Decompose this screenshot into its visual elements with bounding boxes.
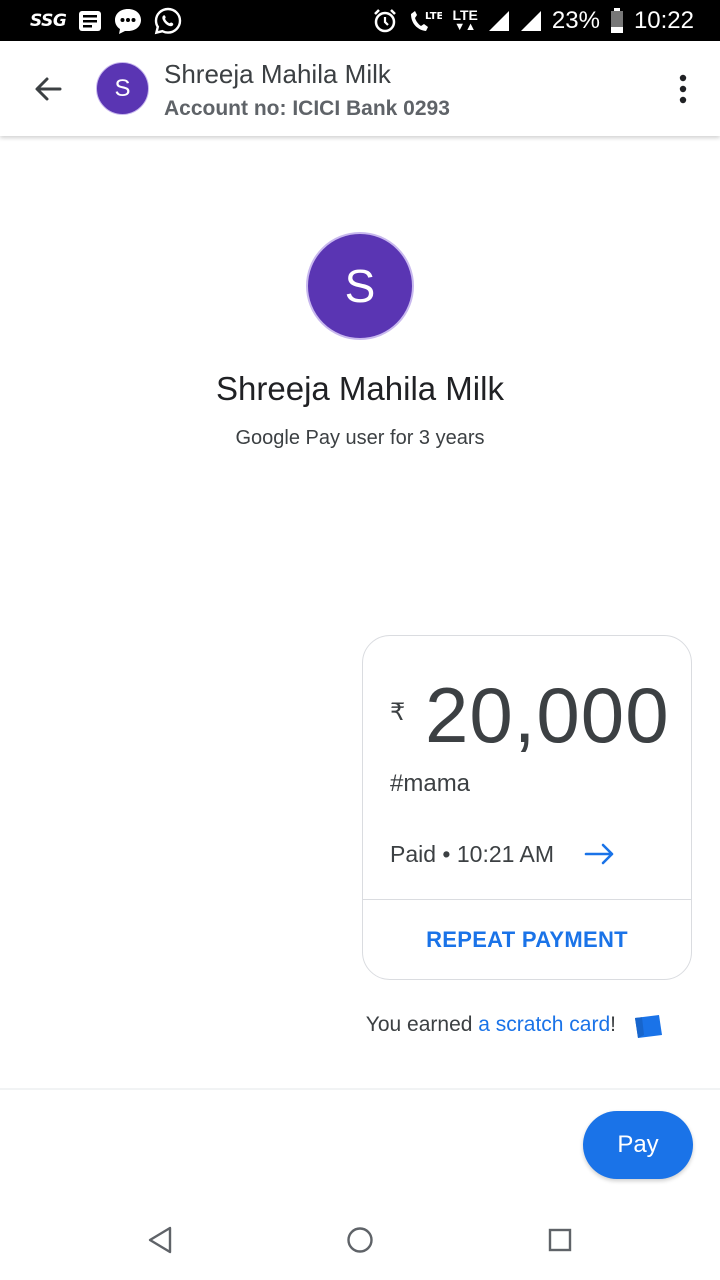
battery-icon	[610, 7, 624, 34]
header-title: Shreeja Mahila Milk	[164, 59, 391, 89]
scratch-card-link[interactable]: a scratch card	[478, 1013, 610, 1036]
reward-suffix: !	[610, 1013, 616, 1036]
status-bar: SSG LTE LTE ▼▲ 23% 10:22	[0, 0, 720, 41]
pay-button[interactable]: Pay	[583, 1111, 693, 1179]
payment-status: Paid • 10:21 AM	[390, 841, 555, 867]
nav-recents-icon	[548, 1228, 572, 1252]
more-options-button[interactable]	[668, 69, 698, 109]
reward-text: You earned a scratch card!	[366, 1013, 616, 1037]
nav-back-button[interactable]	[140, 1220, 180, 1260]
back-button[interactable]	[24, 65, 72, 113]
payment-note: #mama	[390, 770, 471, 797]
profile-avatar: S	[306, 232, 414, 340]
bottom-divider	[0, 1088, 720, 1090]
arrow-right-icon[interactable]	[583, 841, 617, 867]
alarm-icon	[372, 8, 398, 34]
notes-icon	[78, 10, 102, 32]
lte-label: LTE	[452, 6, 478, 23]
status-bar-right: LTE LTE ▼▲ 23% 10:22	[372, 0, 694, 41]
screen: SSG LTE LTE ▼▲ 23% 10:22 S Shreeja Mahil…	[0, 0, 720, 1280]
payment-amount: 20,000	[425, 671, 670, 759]
nav-back-icon	[148, 1226, 172, 1254]
signal-icon	[488, 10, 510, 32]
nav-recents-button[interactable]	[540, 1220, 580, 1260]
messages-icon	[114, 7, 142, 35]
header-subtitle: Account no: ICICI Bank 0293	[164, 97, 450, 120]
lte-data-icon: LTE ▼▲	[452, 6, 478, 33]
more-vert-icon	[679, 74, 687, 104]
svg-text:LTE: LTE	[425, 11, 442, 22]
reward-prefix: You earned	[365, 1013, 479, 1036]
whatsapp-icon	[154, 7, 182, 35]
signal-icon-2	[520, 10, 542, 32]
volte-icon: LTE	[408, 8, 442, 34]
navigation-bar	[0, 1200, 720, 1280]
header-avatar[interactable]: S	[96, 62, 149, 115]
nav-home-icon	[347, 1227, 373, 1253]
data-arrows: ▼▲	[454, 20, 477, 33]
status-bar-left: SSG	[30, 0, 182, 41]
scratch-card-icon[interactable]	[632, 1013, 664, 1039]
back-arrow-icon	[35, 77, 62, 101]
repeat-payment-button[interactable]: REPEAT PAYMENT	[363, 900, 691, 980]
profile-tenure: Google Pay user for 3 years	[235, 427, 485, 449]
battery-percent: 23%	[551, 6, 600, 34]
profile-name: Shreeja Mahila Milk	[216, 370, 504, 407]
carrier-label: SSG	[30, 10, 67, 31]
app-bar: S Shreeja Mahila Milk Account no: ICICI …	[0, 41, 720, 136]
clock: 10:22	[633, 6, 694, 34]
payment-card[interactable]: ₹ 20,000 #mama Paid • 10:21 AM REPEAT PA…	[362, 635, 692, 980]
currency-symbol: ₹	[390, 699, 406, 726]
nav-home-button[interactable]	[340, 1220, 380, 1260]
